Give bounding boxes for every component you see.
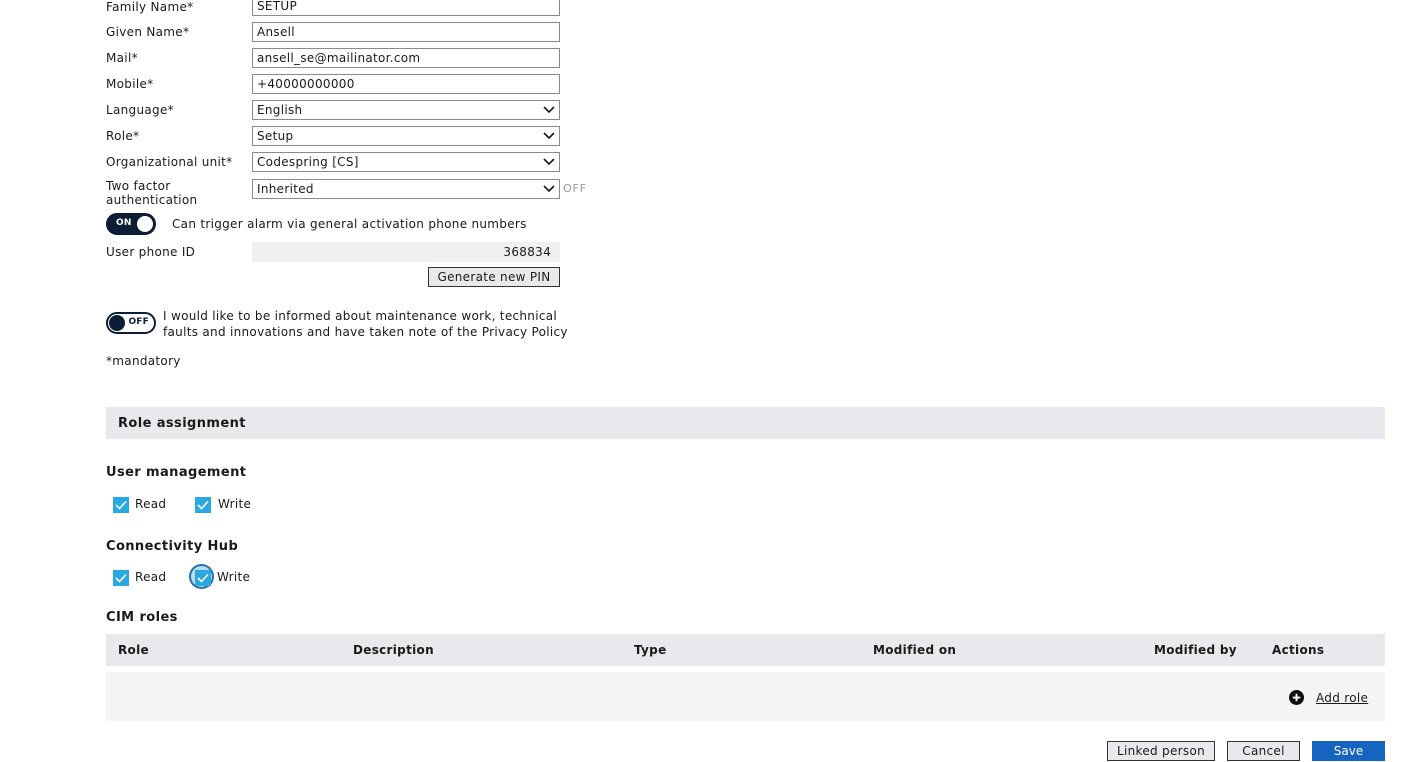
connectivity-hub-write-checkbox[interactable] (195, 570, 211, 586)
newsletter-label-line2: faults and innovations and have taken no… (163, 325, 568, 339)
given-name-label: Given Name* (106, 25, 190, 39)
org-unit-label: Organizational unit* (106, 155, 233, 169)
toggle-knob (109, 315, 125, 331)
chevron-down-icon (543, 156, 555, 168)
save-button[interactable]: Save (1312, 741, 1385, 761)
check-icon (197, 573, 209, 583)
user-management-read-checkbox[interactable] (113, 497, 129, 513)
generate-pin-button[interactable]: Generate new PIN (428, 267, 560, 287)
connectivity-hub-read-label: Read (135, 570, 167, 584)
chevron-down-icon (543, 130, 555, 142)
connectivity-hub-title: Connectivity Hub (106, 539, 239, 554)
two-factor-label: Two factor authentication (106, 179, 197, 207)
check-icon (115, 573, 127, 583)
column-header-role[interactable]: Role (118, 643, 149, 657)
connectivity-hub-read-checkbox[interactable] (113, 570, 129, 586)
role-assignment-header: Role assignment (106, 407, 1385, 439)
column-header-modified-on[interactable]: Modified on (873, 643, 956, 657)
newsletter-label-line1: I would like to be informed about mainte… (163, 309, 558, 323)
newsletter-toggle-label: I would like to be informed about mainte… (163, 308, 568, 340)
alarm-toggle-label: Can trigger alarm via general activation… (172, 217, 527, 231)
language-select[interactable]: English (252, 100, 560, 120)
column-header-description[interactable]: Description (353, 643, 434, 657)
mandatory-note: *mandatory (106, 354, 181, 368)
cancel-button[interactable]: Cancel (1227, 741, 1300, 761)
given-name-field[interactable] (252, 22, 560, 42)
family-name-field[interactable] (252, 0, 560, 16)
two-factor-label-line1: Two factor (106, 179, 171, 193)
newsletter-toggle-state: OFF (128, 317, 149, 327)
mobile-label: Mobile* (106, 77, 154, 91)
linked-person-button[interactable]: Linked person (1107, 741, 1215, 761)
column-header-type[interactable]: Type (634, 643, 667, 657)
add-role-label[interactable]: Add role (1316, 691, 1368, 705)
add-role-link[interactable]: Add role (1289, 690, 1368, 705)
cim-roles-table-body: Add role (106, 672, 1385, 721)
connectivity-hub-write-label: Write (217, 570, 251, 584)
mail-label: Mail* (106, 51, 138, 65)
column-header-modified-by[interactable]: Modified by (1154, 643, 1237, 657)
user-phone-id-value: 368834 (503, 245, 551, 259)
check-icon (115, 500, 127, 510)
two-factor-value: Inherited (257, 182, 314, 196)
toggle-knob (137, 216, 153, 232)
chevron-down-icon (543, 183, 555, 195)
newsletter-toggle[interactable]: OFF (106, 312, 156, 334)
column-header-actions: Actions (1272, 643, 1325, 657)
check-icon (197, 500, 209, 510)
user-management-write-label: Write (218, 497, 252, 511)
user-management-title: User management (106, 465, 247, 480)
two-factor-select[interactable]: Inherited (252, 179, 560, 199)
user-phone-id-field: 368834 (252, 242, 560, 262)
mobile-field[interactable] (252, 74, 560, 94)
user-management-read-label: Read (135, 497, 167, 511)
role-value: Setup (257, 129, 294, 143)
alarm-toggle-state: ON (116, 218, 132, 228)
role-select[interactable]: Setup (252, 126, 560, 146)
mail-field[interactable] (252, 48, 560, 68)
language-value: English (257, 103, 303, 117)
chevron-down-icon (543, 104, 555, 116)
cim-roles-title: CIM roles (106, 610, 178, 625)
language-label: Language* (106, 103, 174, 117)
org-unit-value: Codespring [CS] (257, 155, 359, 169)
two-factor-label-line2: authentication (106, 193, 198, 207)
org-unit-select[interactable]: Codespring [CS] (252, 152, 560, 172)
user-phone-id-label: User phone ID (106, 245, 196, 259)
role-assignment-title: Role assignment (118, 416, 246, 431)
two-factor-status: OFF (563, 182, 587, 195)
role-label: Role* (106, 129, 140, 143)
user-management-write-checkbox[interactable] (195, 497, 211, 513)
family-name-label: Family Name* (106, 0, 194, 14)
plus-circle-icon (1289, 690, 1304, 705)
alarm-toggle[interactable]: ON (106, 213, 156, 235)
